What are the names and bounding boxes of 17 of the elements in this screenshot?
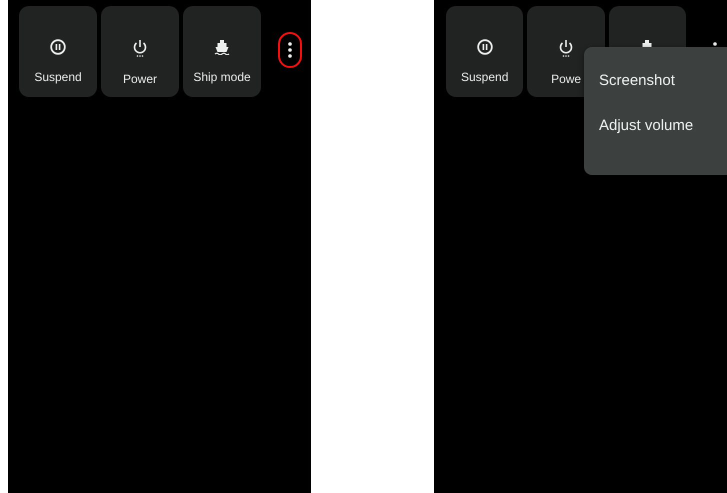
ship-icon [214, 39, 230, 55]
tile-label: Suspend [461, 69, 508, 86]
tile-label: Powe [551, 71, 582, 88]
highlighted-overflow-button[interactable] [278, 32, 302, 68]
power-menu-tile[interactable]: Power [101, 6, 179, 97]
power-icon [132, 39, 148, 57]
power-menu-tile[interactable]: Suspend [19, 6, 97, 97]
menu-item[interactable]: Adjust volume [584, 106, 727, 146]
power-icon [558, 39, 574, 57]
tile-label: Ship mode [193, 69, 251, 86]
pause-icon [50, 39, 66, 55]
power-menu-tile[interactable]: Ship mode [183, 6, 261, 97]
pause-icon [476, 39, 493, 55]
power-menu-tile[interactable]: Suspend [446, 6, 524, 97]
tile-label: Power [122, 71, 157, 88]
tile-label: Suspend [34, 69, 82, 86]
more-icon [288, 42, 292, 58]
